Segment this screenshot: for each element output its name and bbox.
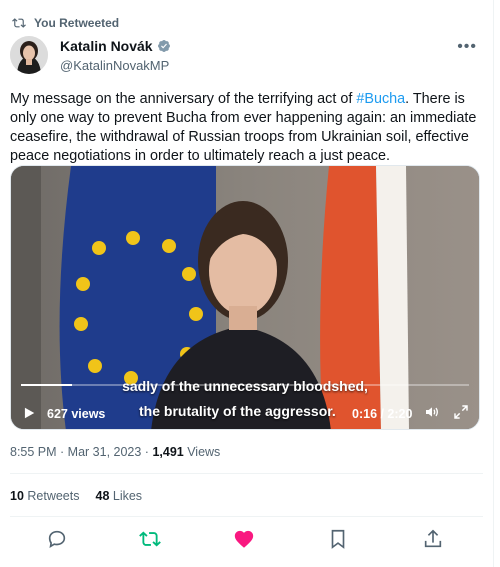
retweet-action-icon[interactable] — [139, 528, 161, 550]
play-icon[interactable] — [22, 406, 36, 420]
video-controls: 627 views 0:16 / 2:20 — [11, 395, 479, 429]
verified-badge-icon — [157, 40, 170, 52]
retweet-label: You Retweeted — [34, 16, 120, 30]
more-options-icon[interactable]: ••• — [457, 38, 477, 56]
video-player[interactable]: sadly of the unnecessary bloodshed, the … — [10, 165, 480, 430]
tweet-actions — [0, 528, 494, 552]
divider — [10, 473, 483, 474]
tweet-text-part: My message on the anniversary of the ter… — [10, 91, 357, 107]
view-label: Views — [183, 445, 221, 459]
reply-icon[interactable] — [46, 528, 68, 550]
hashtag-link[interactable]: #Bucha — [356, 91, 405, 107]
share-icon[interactable] — [422, 528, 444, 550]
author-name[interactable]: Katalin Novák — [60, 38, 153, 54]
retweets-count: 10 — [10, 489, 24, 503]
volume-icon[interactable] — [424, 404, 440, 420]
bookmark-icon[interactable] — [327, 528, 349, 550]
timestamp-text: 8:55 PM · Mar 31, 2023 · — [10, 445, 153, 459]
video-subtitle-line: sadly of the unnecessary bloodshed, — [122, 378, 368, 394]
avatar[interactable] — [10, 36, 48, 74]
likes-count: 48 — [95, 489, 110, 503]
retweet-icon — [12, 18, 26, 28]
like-heart-icon[interactable] — [233, 528, 255, 550]
author-block: Katalin Novák @KatalinNovakMP — [60, 38, 171, 73]
tweet-text: My message on the anniversary of the ter… — [10, 90, 478, 166]
author-handle[interactable]: @KatalinNovakMP — [60, 58, 171, 73]
likes-label: Likes — [109, 489, 143, 503]
video-views: 627 views — [47, 407, 106, 421]
fullscreen-icon[interactable] — [453, 404, 469, 420]
likes-stat[interactable]: 48 Likes — [96, 489, 143, 503]
retweet-indicator: You Retweeted — [12, 16, 119, 30]
retweets-stat[interactable]: 10 Retweets — [10, 489, 80, 503]
video-time: 0:16 / 2:20 — [352, 407, 413, 421]
view-count: 1,491 — [152, 445, 184, 459]
engagement-stats: 10 Retweets 48 Likes — [10, 489, 142, 503]
tweet-timestamp[interactable]: 8:55 PM · Mar 31, 2023 · 1,491 Views — [10, 445, 220, 459]
divider — [10, 516, 483, 517]
retweets-label: Retweets — [23, 489, 80, 503]
tweet-card: You Retweeted Katalin Novák @KatalinNova… — [0, 0, 494, 567]
